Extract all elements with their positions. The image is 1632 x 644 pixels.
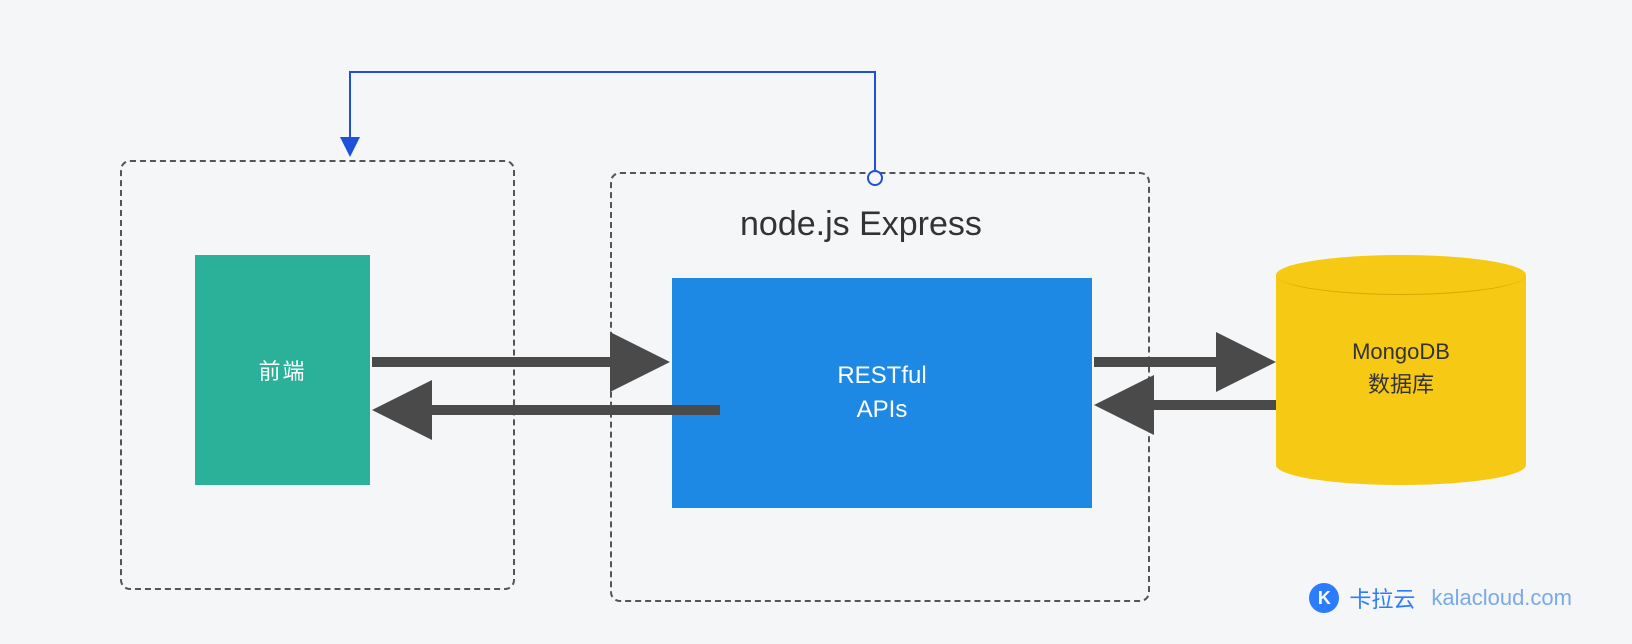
watermark-cn: 卡拉云 bbox=[1349, 582, 1415, 614]
watermark: K 卡拉云 kalacloud.com bbox=[1309, 582, 1572, 614]
api-label: RESTful APIs bbox=[837, 359, 926, 426]
backend-title: node.js Express bbox=[740, 205, 982, 244]
cylinder-top bbox=[1276, 255, 1526, 295]
api-label-line1: RESTful bbox=[837, 359, 926, 393]
database-name: MongoDB bbox=[1276, 335, 1526, 368]
database-subtitle: 数据库 bbox=[1276, 368, 1526, 401]
frontend-label: 前端 bbox=[258, 354, 306, 386]
cylinder-bottom bbox=[1276, 445, 1526, 485]
database-label: MongoDB 数据库 bbox=[1276, 335, 1526, 401]
api-block: RESTful APIs bbox=[672, 278, 1092, 508]
api-label-line2: APIs bbox=[837, 393, 926, 427]
watermark-logo-icon: K bbox=[1309, 583, 1339, 613]
watermark-logo-initial: K bbox=[1318, 588, 1331, 609]
watermark-en: kalacloud.com bbox=[1431, 585, 1572, 611]
frontend-block: 前端 bbox=[195, 255, 370, 485]
top-connector-line bbox=[350, 72, 875, 172]
database-cylinder: MongoDB 数据库 bbox=[1276, 255, 1526, 485]
